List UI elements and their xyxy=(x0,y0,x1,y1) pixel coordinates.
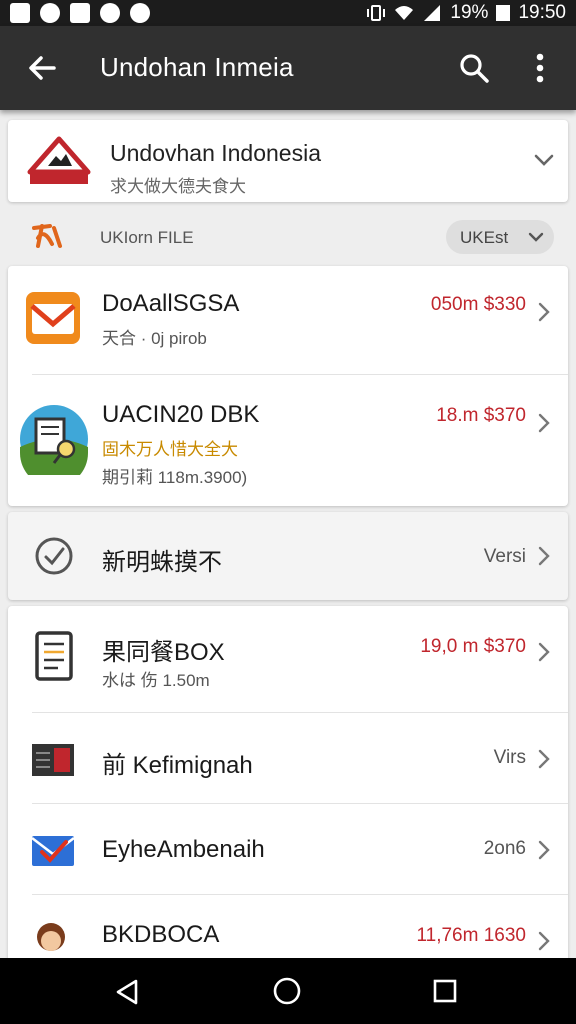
item-price: 050m $330 xyxy=(430,294,526,315)
item-title: BKDBOCA xyxy=(102,921,220,948)
item-price: 19,0 m $370 xyxy=(420,636,526,657)
mail-icon xyxy=(26,292,80,344)
nav-back-icon[interactable] xyxy=(114,978,142,1006)
brand-logo xyxy=(27,136,91,184)
chevron-right-icon xyxy=(538,931,550,951)
chevron-right-icon xyxy=(538,546,550,566)
item-subtitle: 水は 伤 1.50m xyxy=(102,671,210,690)
item-price: 18.m $370 xyxy=(436,405,526,426)
status-card: 新明蛛摸不 Versi xyxy=(8,512,568,600)
battery-percent: 19% xyxy=(450,2,489,23)
back-arrow-icon[interactable] xyxy=(26,52,58,84)
header-title: Undovhan Indonesia xyxy=(110,140,321,166)
item-meta: Versi xyxy=(483,546,526,567)
section-header: UKIorn FILE UKEst xyxy=(0,206,576,260)
chevron-right-icon xyxy=(538,840,550,860)
chevron-right-icon xyxy=(538,642,550,662)
file-category-icon xyxy=(32,224,62,248)
list-item[interactable]: UACIN20 DBK 固木万人惜大全大 期引莉 118m.3900) 18.m… xyxy=(8,375,568,506)
battery-icon xyxy=(496,5,511,21)
item-detail: 期引莉 118m.3900) xyxy=(102,468,248,487)
check-circle-icon xyxy=(35,537,73,575)
section-label: UKIorn FILE xyxy=(100,228,194,247)
item-price: 11,76m 1630 xyxy=(416,925,526,946)
vibrate-icon xyxy=(367,5,386,21)
file-list-card: DoAallSGSA 天合 · 0j pirob 050m $330 UACIN… xyxy=(8,266,568,506)
page-title: Undohan Inmeia xyxy=(100,52,294,82)
clock: 19:50 xyxy=(518,2,566,23)
search-icon[interactable] xyxy=(458,52,490,84)
item-title: 果同餐BOX xyxy=(102,639,225,666)
nav-home-icon[interactable] xyxy=(272,976,302,1006)
app-bar: Undohan Inmeia xyxy=(0,26,576,110)
message-notification-icon xyxy=(40,3,60,23)
list-item[interactable]: EyheAmbenaih 2on6 xyxy=(8,804,568,894)
chat-notification-icon xyxy=(130,3,150,23)
sort-label: UKEst xyxy=(460,228,509,247)
chevron-right-icon xyxy=(538,302,550,322)
email-check-icon xyxy=(31,836,75,866)
list-item[interactable]: 果同餐BOX 水は 伤 1.50m 19,0 m $370 xyxy=(8,606,568,712)
item-title: 前 Kefimignah xyxy=(102,752,253,779)
header-subtitle: 求大做大德夫食大 xyxy=(110,177,246,196)
sort-dropdown[interactable]: UKEst xyxy=(446,220,554,254)
item-title: EyheAmbenaih xyxy=(102,836,265,863)
heart-notification-icon xyxy=(100,3,120,23)
item-meta: 2on6 xyxy=(483,838,526,859)
item-subtitle: 天合 · 0j pirob xyxy=(102,329,207,348)
gallery-notification-icon xyxy=(10,3,30,23)
list-item[interactable]: 前 Kefimignah Virs xyxy=(8,713,568,803)
list-item[interactable]: DoAallSGSA 天合 · 0j pirob 050m $330 xyxy=(8,266,568,374)
chevron-right-icon xyxy=(538,413,550,433)
list-item[interactable]: 新明蛛摸不 Versi xyxy=(8,512,568,600)
document-icon xyxy=(35,631,73,681)
signal-icon xyxy=(424,5,441,21)
chevron-down-icon xyxy=(528,232,544,242)
system-nav-bar xyxy=(0,958,576,1024)
nav-recents-icon[interactable] xyxy=(432,978,458,1004)
image-notification-icon xyxy=(70,3,90,23)
status-bar: 19% 19:50 xyxy=(0,0,576,26)
item-title: 新明蛛摸不 xyxy=(102,549,222,576)
file-list-card: 果同餐BOX 水は 伤 1.50m 19,0 m $370 前 Kefimign… xyxy=(8,606,568,976)
wifi-icon xyxy=(395,6,414,20)
chevron-right-icon xyxy=(538,749,550,769)
landscape-document-icon xyxy=(20,405,88,475)
item-subtitle: 固木万人惜大全大 xyxy=(102,440,238,459)
ledger-icon xyxy=(32,744,74,776)
more-options-icon[interactable] xyxy=(528,50,552,86)
item-title: DoAallSGSA xyxy=(102,290,240,317)
item-title: UACIN20 DBK xyxy=(102,401,260,428)
item-meta: Virs xyxy=(493,747,526,768)
header-card[interactable]: Undovhan Indonesia 求大做大德夫食大 xyxy=(8,120,568,202)
chevron-down-icon[interactable] xyxy=(532,148,556,172)
